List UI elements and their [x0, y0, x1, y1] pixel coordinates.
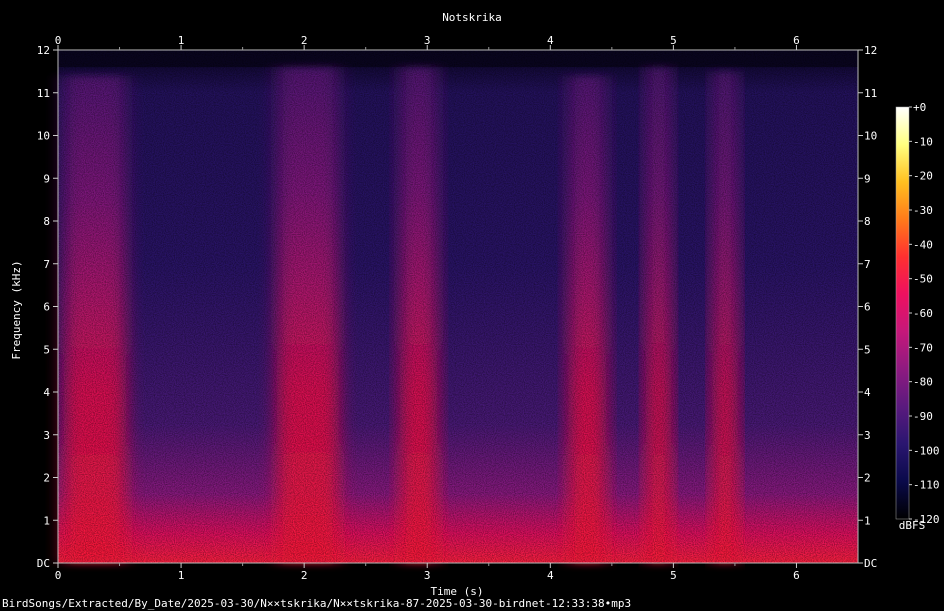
- x-tick-label-top: 4: [547, 34, 554, 47]
- colorbar-tick-label: +0: [913, 101, 926, 114]
- chart-title: Notskrika: [442, 11, 502, 24]
- x-tick-label-bottom: 2: [301, 569, 308, 582]
- y-tick-label-right: 4: [864, 386, 871, 399]
- x-axis-top: 0 1 2 3 4 5 6: [55, 34, 800, 50]
- y-axis-label: Frequency (kHz): [10, 260, 23, 359]
- x-tick-label-top: 3: [424, 34, 431, 47]
- y-tick-label-left: 2: [43, 472, 50, 485]
- colorbar-tick-label: -70: [913, 341, 933, 354]
- colorbar-tick-label: -80: [913, 376, 933, 389]
- y-tick-label-right: 5: [864, 343, 871, 356]
- colorbar-tick-label: -50: [913, 273, 933, 286]
- noise-texture: [58, 50, 858, 563]
- y-tick-label-left: 12: [37, 44, 50, 57]
- y-tick-label-left: 7: [43, 258, 50, 271]
- y-tick-label-left: 6: [43, 301, 50, 314]
- colorbar-tick-label: -30: [913, 204, 933, 217]
- colorbar-tick-label: -40: [913, 238, 933, 251]
- x-axis-bottom: 0 1 2 3 4 5 6: [55, 563, 800, 582]
- y-tick-label-left: 4: [43, 386, 50, 399]
- file-path: BirdSongs/Extracted/By_Date/2025-03-30/N…: [2, 597, 632, 610]
- y-tick-label-left: 9: [43, 172, 50, 185]
- colorbar-tick-label: -90: [913, 410, 933, 423]
- spectrogram-chart: Notskrika 0123456 0123456 DC123456789101…: [10, 11, 940, 598]
- y-tick-label-right: 3: [864, 429, 871, 442]
- y-tick-label-right: 12: [864, 44, 877, 57]
- y-tick-label-left: 5: [43, 343, 50, 356]
- colorbar: +0-10-20-30-40-50-60-70-80-90-100-110-12…: [895, 101, 940, 526]
- x-tick-label-bottom: 1: [178, 569, 185, 582]
- y-tick-label-left: 11: [37, 87, 50, 100]
- x-tick-label-bottom: 3: [424, 569, 431, 582]
- y-tick-label-left: 1: [43, 514, 50, 527]
- colorbar-gradient: [895, 106, 910, 520]
- y-tick-label-right: 10: [864, 130, 877, 143]
- colorbar-tick-label: -60: [913, 307, 933, 320]
- y-tick-label-right: 2: [864, 472, 871, 485]
- x-tick-label-top: 6: [793, 34, 800, 47]
- colorbar-tick-label: -100: [913, 444, 940, 457]
- colorbar-tick-label: -110: [913, 479, 940, 492]
- colorbar-tick-label: -20: [913, 170, 933, 183]
- y-tick-label-left: 3: [43, 429, 50, 442]
- y-axis-left: DC123456789101112: [37, 44, 58, 570]
- y-tick-label-left: DC: [37, 557, 50, 570]
- y-tick-label-right: 6: [864, 301, 871, 314]
- y-axis-right: DC123456789101112: [858, 44, 877, 570]
- x-tick-label-bottom: 0: [55, 569, 62, 582]
- y-tick-label-right: 11: [864, 87, 877, 100]
- y-tick-label-right: 7: [864, 258, 871, 271]
- x-tick-label-bottom: 4: [547, 569, 554, 582]
- x-tick-label-top: 1: [178, 34, 185, 47]
- x-tick-label-top: 0: [55, 34, 62, 47]
- colorbar-tick-label: -10: [913, 135, 933, 148]
- x-tick-label-bottom: 5: [670, 569, 677, 582]
- y-tick-label-right: 9: [864, 172, 871, 185]
- x-tick-label-top: 5: [670, 34, 677, 47]
- y-tick-label-right: 1: [864, 514, 871, 527]
- x-tick-label-top: 2: [301, 34, 308, 47]
- x-tick-label-bottom: 6: [793, 569, 800, 582]
- y-tick-label-right: 8: [864, 215, 871, 228]
- y-tick-label-right: DC: [864, 557, 877, 570]
- y-tick-label-left: 10: [37, 130, 50, 143]
- colorbar-label: dBFS: [899, 519, 926, 532]
- y-tick-label-left: 8: [43, 215, 50, 228]
